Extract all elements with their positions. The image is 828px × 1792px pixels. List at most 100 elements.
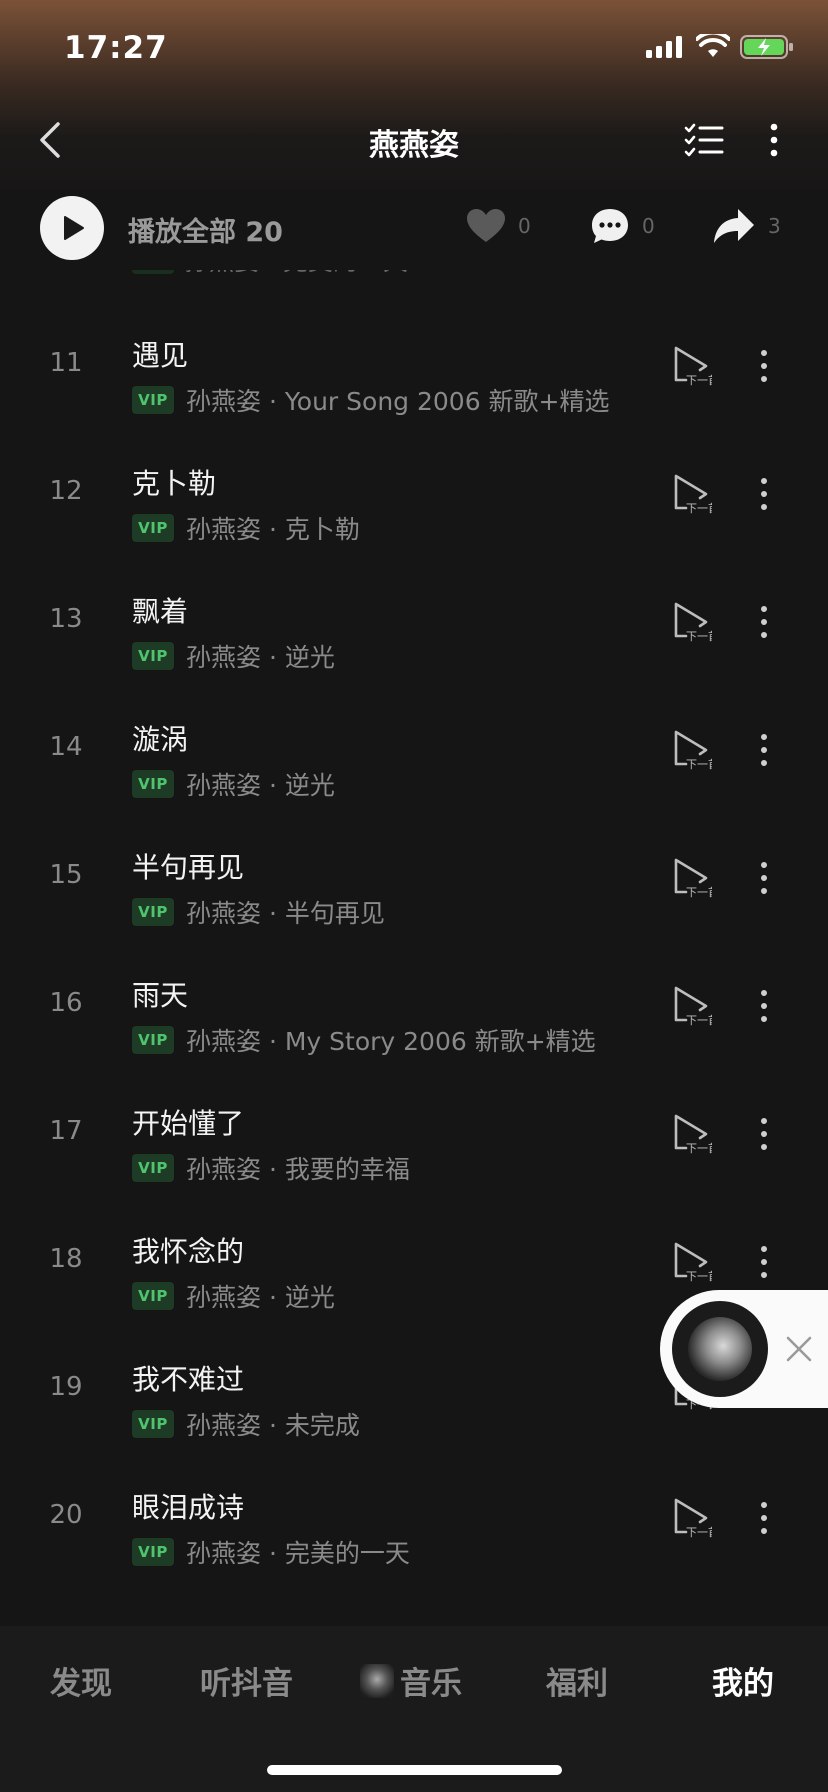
more-vertical-icon[interactable] (752, 346, 776, 386)
list-item[interactable]: 13 飘着 VIP 孙燕姿 · 逆光 下一首 (0, 568, 828, 696)
list-item[interactable]: 11 遇见 VIP 孙燕姿 · Your Song 2006 新歌+精选 下一首 (0, 312, 828, 440)
home-indicator (267, 1765, 562, 1775)
artist-album-text: 孙燕姿 · 我要的幸福 (186, 1155, 410, 1184)
list-item[interactable]: 15 半句再见 VIP 孙燕姿 · 半句再见 下一首 (0, 824, 828, 952)
track-number: 19 (49, 1372, 83, 1402)
more-vertical-icon[interactable] (752, 602, 776, 642)
song-title: 眼泪成诗 (132, 1491, 245, 1524)
artist-album-text: 孙燕姿 · 逆光 (186, 1283, 335, 1312)
song-title: 遇见 (132, 339, 189, 372)
vip-badge: VIP (132, 1282, 174, 1310)
song-title: 克卜勒 (132, 467, 217, 500)
tab-mine[interactable]: 我的 (712, 1658, 774, 1703)
wifi-icon (696, 34, 730, 57)
song-title: 开始懂了 (132, 1107, 245, 1140)
artist-album-text: 孙燕姿 · 完美的一天 (186, 1539, 410, 1568)
music-cover-thumbnail (360, 1663, 394, 1698)
comment-button[interactable]: 0 (590, 204, 655, 248)
more-vertical-icon[interactable] (752, 1498, 776, 1538)
artist-album-text: 孙燕姿 · 半句再见 (186, 899, 385, 928)
play-icon (64, 216, 84, 240)
track-number: 18 (49, 1244, 83, 1274)
track-number: 12 (49, 476, 83, 506)
comment-icon (592, 209, 628, 243)
status-bar: 17:27 (0, 0, 828, 100)
play-next-icon[interactable]: 下一首 (672, 984, 712, 1028)
more-vertical-icon[interactable] (752, 1114, 776, 1154)
heart-icon (467, 209, 505, 242)
vip-badge: VIP (132, 1410, 174, 1438)
play-next-icon[interactable]: 下一首 (672, 344, 712, 388)
play-all-label[interactable]: 播放全部 20 (128, 210, 283, 249)
tab-music[interactable]: 音乐 (360, 1658, 462, 1703)
more-vertical-icon[interactable] (762, 120, 786, 160)
list-item[interactable]: 20 眼泪成诗 VIP 孙燕姿 · 完美的一天 下一首 (0, 1464, 828, 1592)
artist-album-text: 孙燕姿 · 未完成 (186, 1411, 360, 1440)
multi-select-list-icon[interactable] (684, 122, 724, 158)
play-next-icon[interactable]: 下一首 (672, 856, 712, 900)
track-number: 13 (49, 604, 83, 634)
vip-badge: VIP (132, 642, 174, 670)
track-number: 11 (49, 348, 83, 378)
play-all-button[interactable] (40, 196, 104, 260)
vip-badge: VIP (132, 386, 174, 414)
tab-discover[interactable]: 发现 (50, 1658, 112, 1703)
like-count: 0 (518, 214, 531, 238)
artist-album-text: 孙燕姿 · 克卜勒 (186, 515, 360, 544)
vip-badge: VIP (132, 898, 174, 926)
list-item[interactable]: 16 雨天 VIP 孙燕姿 · My Story 2006 新歌+精选 下一首 (0, 952, 828, 1080)
list-item[interactable]: 17 开始懂了 VIP 孙燕姿 · 我要的幸福 下一首 (0, 1080, 828, 1208)
list-item[interactable]: 14 漩涡 VIP 孙燕姿 · 逆光 下一首 (0, 696, 828, 824)
tab-music-label: 音乐 (400, 1666, 462, 1702)
album-disc[interactable] (672, 1301, 768, 1397)
signal-icon (646, 36, 682, 58)
status-time: 17:27 (64, 30, 168, 66)
comment-count: 0 (642, 214, 655, 238)
play-next-icon[interactable]: 下一首 (672, 728, 712, 772)
svg-text:下一首: 下一首 (686, 501, 712, 515)
play-next-icon[interactable]: 下一首 (672, 472, 712, 516)
vip-badge: VIP (132, 1026, 174, 1054)
more-vertical-icon[interactable] (752, 858, 776, 898)
action-bar: 播放全部 20 0 0 3 (0, 190, 828, 270)
track-number: 15 (49, 860, 83, 890)
svg-text:下一首: 下一首 (686, 629, 712, 643)
svg-text:下一首: 下一首 (686, 885, 712, 899)
floating-mini-player[interactable] (660, 1290, 828, 1408)
more-vertical-icon[interactable] (752, 1242, 776, 1282)
svg-text:下一首: 下一首 (686, 1269, 712, 1283)
more-vertical-icon[interactable] (752, 474, 776, 514)
play-next-icon[interactable]: 下一首 (672, 1240, 712, 1284)
nav-bar: 燕燕姿 (0, 110, 828, 172)
share-button[interactable]: 3 (712, 204, 781, 248)
vip-badge: VIP (132, 514, 174, 542)
more-vertical-icon[interactable] (752, 986, 776, 1026)
share-count: 3 (768, 214, 781, 238)
vip-badge: VIP (132, 1538, 174, 1566)
close-icon[interactable] (782, 1332, 816, 1366)
svg-text:下一首: 下一首 (686, 757, 712, 771)
vip-badge: VIP (132, 1154, 174, 1182)
song-title: 雨天 (132, 979, 189, 1012)
song-title: 我怀念的 (132, 1235, 245, 1268)
list-item[interactable]: 12 克卜勒 VIP 孙燕姿 · 克卜勒 下一首 (0, 440, 828, 568)
track-number: 20 (49, 1500, 83, 1530)
play-next-icon[interactable]: 下一首 (672, 1112, 712, 1156)
svg-text:下一首: 下一首 (686, 373, 712, 387)
like-button[interactable]: 0 (466, 204, 531, 248)
battery-charging-icon (740, 35, 793, 59)
song-title: 我不难过 (132, 1363, 245, 1396)
song-title: 漩涡 (132, 723, 189, 756)
play-next-icon[interactable]: 下一首 (672, 600, 712, 644)
tab-douyin[interactable]: 听抖音 (200, 1658, 293, 1703)
play-next-icon[interactable]: 下一首 (672, 1496, 712, 1540)
share-arrow-icon (714, 209, 754, 243)
vip-badge: VIP (132, 770, 174, 798)
svg-text:下一首: 下一首 (686, 1141, 712, 1155)
tab-welfare[interactable]: 福利 (546, 1658, 608, 1703)
artist-album-text: 孙燕姿 · 逆光 (186, 643, 335, 672)
more-vertical-icon[interactable] (752, 730, 776, 770)
track-number: 17 (49, 1116, 83, 1146)
svg-text:下一首: 下一首 (686, 1013, 712, 1027)
track-number: 14 (49, 732, 83, 762)
